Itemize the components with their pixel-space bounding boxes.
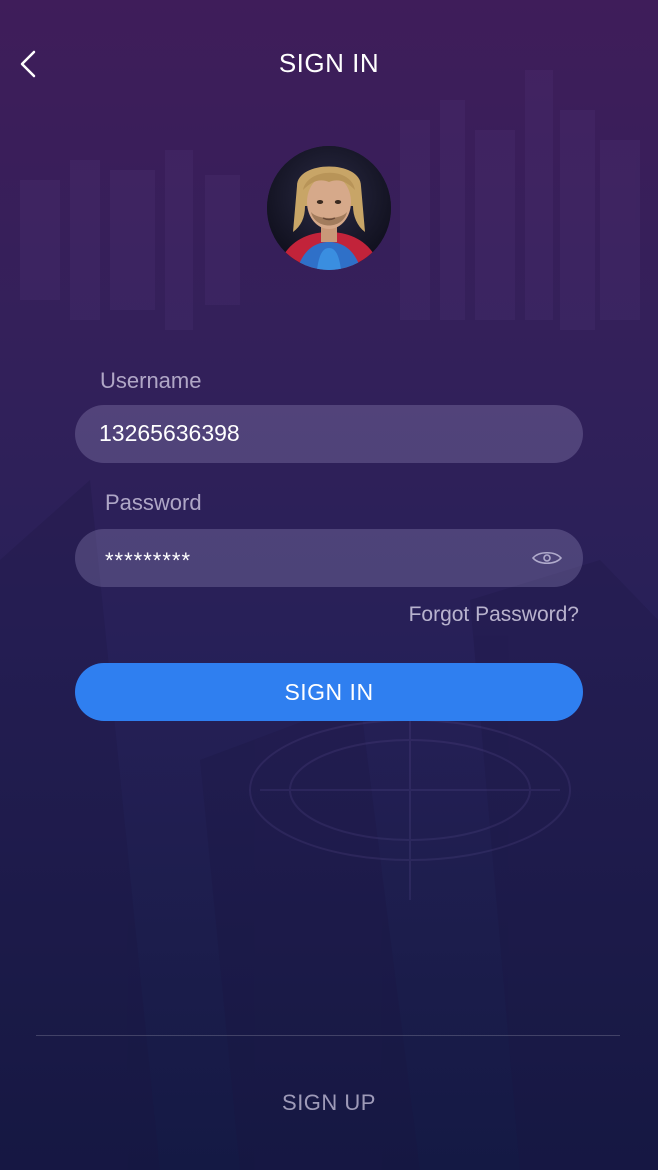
password-label: Password [105,490,202,515]
header: SIGN IN [0,0,658,128]
page-title: SIGN IN [278,48,380,78]
sign-in-button[interactable]: SIGN IN [75,663,583,721]
sign-up-link[interactable]: SIGN UP [0,1090,658,1116]
eye-icon [531,551,563,565]
password-value[interactable]: ********* [105,548,191,574]
footer-divider [36,1035,620,1036]
username-label: Username [100,368,202,393]
username-value[interactable]: 13265636398 [99,420,240,447]
password-field[interactable]: ********* [75,529,583,587]
forgot-password-link[interactable]: Forgot Password? [409,603,579,627]
avatar [267,146,391,270]
username-field[interactable]: 13265636398 [75,405,583,463]
show-password-button[interactable] [531,548,563,568]
